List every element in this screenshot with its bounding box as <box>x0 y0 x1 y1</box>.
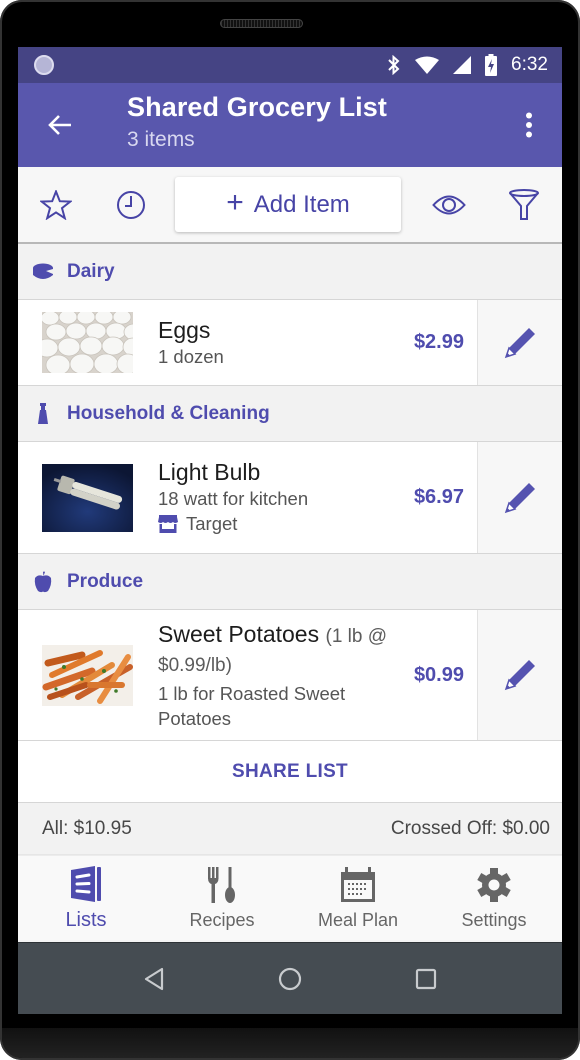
section-label: Household & Cleaning <box>67 402 270 424</box>
notification-icon <box>34 55 54 75</box>
system-back-button[interactable] <box>86 943 222 1015</box>
list-item[interactable]: Light Bulb 18 watt for kitchen Target $6… <box>18 442 562 554</box>
phone-chin <box>2 1028 578 1058</box>
item-count: 3 items <box>127 128 195 151</box>
square-recents-icon <box>415 968 437 989</box>
system-recents-button[interactable] <box>358 943 494 1015</box>
total-all: All: $10.95 <box>42 817 132 839</box>
signal-icon <box>453 56 472 74</box>
nav-tab-settings[interactable]: Settings <box>426 856 562 940</box>
wifi-icon <box>415 56 440 74</box>
totals-bar: All: $10.95 Crossed Off: $0.00 <box>18 803 562 855</box>
system-home-button[interactable] <box>222 943 358 1015</box>
bluetooth-icon <box>388 55 400 75</box>
total-crossed-off: Crossed Off: $0.00 <box>390 817 550 839</box>
item-detail: 18 watt for kitchen <box>158 488 309 509</box>
apple-icon <box>34 571 52 592</box>
phone-frame: 6:32 Shared Grocery List 3 items + Add I… <box>0 0 580 1060</box>
item-price: $0.99 <box>413 663 464 686</box>
item-image-light-bulb <box>42 463 133 532</box>
triangle-back-icon <box>144 967 164 990</box>
section-header-household[interactable]: Household & Cleaning <box>18 386 562 442</box>
nav-tab-lists[interactable]: Lists <box>18 856 154 940</box>
plus-icon: + <box>226 186 244 219</box>
share-list-button[interactable]: SHARE LIST <box>232 761 348 783</box>
list-item[interactable]: Sweet Potatoes (1 lb @ $0.99/lb) 1 lb fo… <box>18 610 562 741</box>
item-name: Eggs <box>158 316 211 343</box>
nav-label: Meal Plan <box>317 909 399 930</box>
item-image-eggs <box>42 312 133 373</box>
nav-tab-recipes[interactable]: Recipes <box>154 856 290 940</box>
share-row: SHARE LIST <box>18 741 562 803</box>
edit-item-button[interactable] <box>477 300 562 385</box>
more-vert-icon <box>526 112 532 138</box>
overflow-menu-button[interactable] <box>496 83 562 167</box>
item-store: Target <box>158 511 414 536</box>
speaker-grille <box>220 19 303 28</box>
status-time: 6:32 <box>511 54 548 75</box>
fork-spoon-icon <box>208 866 235 903</box>
item-name-line: Sweet Potatoes (1 lb @ $0.99/lb) <box>158 621 414 679</box>
section-header-dairy[interactable]: Dairy <box>18 244 562 300</box>
item-detail: 1 dozen <box>158 345 224 367</box>
section-header-produce[interactable]: Produce <box>18 554 562 610</box>
page-title: Shared Grocery List <box>127 92 387 122</box>
arrow-back-icon <box>48 115 71 135</box>
item-detail: 1 lb for Roasted Sweet Potatoes <box>158 683 346 729</box>
pencil-icon <box>504 482 535 513</box>
nav-label: Lists <box>65 908 107 931</box>
section-label: Produce <box>67 570 144 592</box>
nav-tab-meal-plan[interactable]: Meal Plan <box>290 856 426 940</box>
bottom-navigation: Lists Recipes Meal Plan Settings <box>18 855 562 940</box>
screen: 6:32 Shared Grocery List 3 items + Add I… <box>18 47 562 1014</box>
store-name: Target <box>186 513 238 534</box>
app-bar: Shared Grocery List 3 items <box>18 83 562 167</box>
star-icon <box>39 189 72 220</box>
gear-icon <box>477 867 511 902</box>
pencil-icon <box>504 660 535 691</box>
add-item-label: Add Item <box>253 190 350 218</box>
lists-icon <box>71 865 101 902</box>
history-button[interactable] <box>94 166 170 243</box>
item-price: $2.99 <box>413 331 464 353</box>
item-name: Light Bulb <box>158 459 261 485</box>
circle-home-icon <box>278 967 302 990</box>
store-icon <box>158 514 178 533</box>
eye-icon <box>431 195 466 214</box>
nav-label: Recipes <box>189 909 255 930</box>
spray-bottle-icon <box>38 402 48 424</box>
edit-item-button[interactable] <box>477 610 562 740</box>
item-name: Sweet Potatoes <box>158 621 320 647</box>
back-button[interactable] <box>18 83 104 167</box>
add-item-button[interactable]: + Add Item <box>175 177 401 232</box>
filter-button[interactable] <box>486 166 562 243</box>
filter-icon <box>509 188 540 220</box>
status-bar: 6:32 <box>18 47 562 83</box>
item-price: $6.97 <box>413 486 464 508</box>
view-button[interactable] <box>411 166 487 243</box>
item-image-sweet-potatoes <box>42 644 133 706</box>
pencil-icon <box>504 327 535 358</box>
cheese-icon <box>33 263 53 279</box>
system-navigation-bar <box>18 942 562 1014</box>
clock-icon <box>117 190 146 219</box>
favorites-button[interactable] <box>18 166 94 243</box>
list-toolbar: + Add Item <box>18 167 562 244</box>
list-item[interactable]: Eggs 1 dozen $2.99 <box>18 300 562 386</box>
edit-item-button[interactable] <box>477 442 562 553</box>
battery-charging-icon <box>485 54 498 76</box>
section-label: Dairy <box>67 260 115 282</box>
nav-label: Settings <box>461 909 527 930</box>
calendar-icon <box>341 866 375 902</box>
